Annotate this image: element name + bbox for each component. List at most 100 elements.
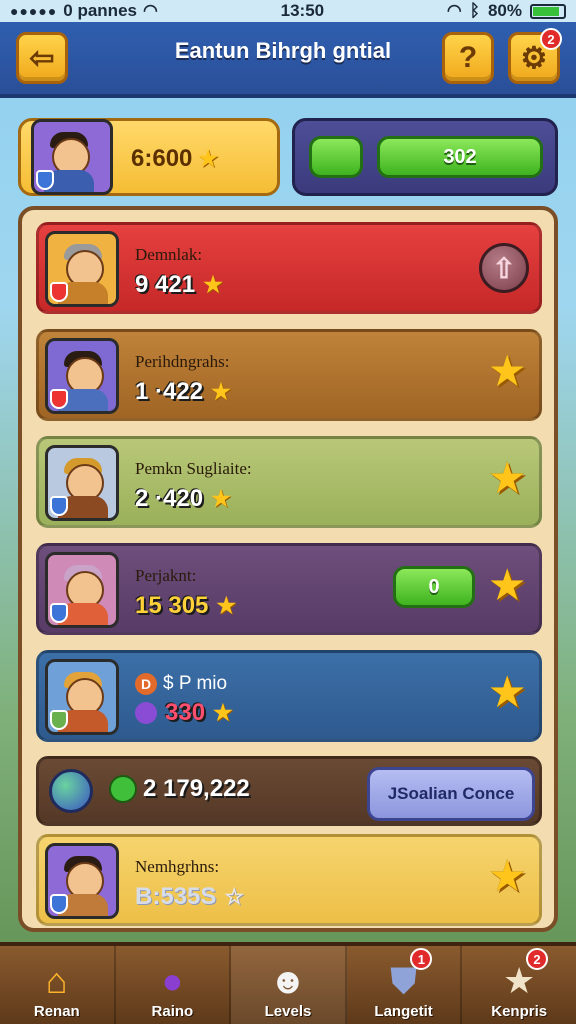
star-icon: ★ bbox=[211, 379, 231, 404]
score-value: 330 bbox=[165, 699, 206, 726]
shield-icon bbox=[50, 894, 68, 914]
question-icon: ? bbox=[458, 41, 478, 74]
star-icon: ★ bbox=[211, 486, 231, 511]
progress-card: 302 bbox=[292, 118, 558, 196]
back-button[interactable]: ⇦ bbox=[16, 32, 68, 84]
player-score: 1 ·422 ★ bbox=[135, 378, 231, 406]
player-name: D $ P mio bbox=[135, 673, 227, 695]
star-icon: ★ bbox=[216, 593, 237, 618]
player-avatar bbox=[31, 119, 113, 195]
player-name: Demnlak: bbox=[135, 245, 203, 264]
score-value: 2 ·420 bbox=[135, 485, 204, 512]
star-icon[interactable]: ★ bbox=[488, 855, 527, 899]
shield-icon bbox=[50, 282, 68, 302]
player-avatar bbox=[45, 338, 119, 414]
nav-item-star[interactable]: ★ Kenpris 2 bbox=[462, 946, 576, 1024]
star-icon: ★ bbox=[213, 700, 233, 725]
wifi-icon: ◠ bbox=[142, 1, 158, 20]
star-outline-icon: ☆ bbox=[224, 884, 245, 909]
player-name: Pemkn Sugliaite: bbox=[135, 459, 252, 478]
player-name: Perjaknt: bbox=[135, 566, 197, 585]
player-avatar bbox=[45, 843, 119, 919]
list-item[interactable]: Perjaknt: 15 305 ★ 0 ★ bbox=[36, 543, 542, 635]
social-button[interactable]: JSoalian Conce bbox=[367, 767, 535, 821]
claim-button[interactable]: 0 bbox=[393, 566, 475, 608]
page-title: Eantun Bihrgh gntial bbox=[174, 38, 392, 63]
list-item[interactable]: Perihdngrahs: 1 ·422 ★ ★ bbox=[36, 329, 542, 421]
star-icon[interactable]: ★ bbox=[488, 564, 527, 608]
arrow-left-icon: ⇦ bbox=[29, 41, 55, 75]
nav-item-orb[interactable]: ● Raino bbox=[116, 946, 232, 1024]
nav-label: Kenpris bbox=[491, 1003, 548, 1020]
player-score: 9 421 ★ bbox=[135, 271, 223, 299]
score-value: 9 421 bbox=[135, 271, 196, 298]
player-avatar bbox=[45, 659, 119, 735]
nav-item-shield[interactable]: ⛊ Langetit 1 bbox=[347, 946, 463, 1024]
progress-value-pill: 302 bbox=[377, 136, 543, 178]
star-icon: ★ bbox=[198, 146, 219, 171]
list-item[interactable]: Nemhgrhns: B:535S ☆ ★ bbox=[36, 834, 542, 926]
score-value: B:535S bbox=[135, 883, 217, 910]
score-value: 15 305 bbox=[135, 592, 209, 619]
star-icon[interactable]: ★ bbox=[488, 350, 527, 394]
bottom-nav: ⌂ Renan ● Raino ☻ Levels ⛊ Langetit 1 ★ … bbox=[0, 942, 576, 1024]
signal-dots-icon: ●●●●● bbox=[10, 3, 58, 19]
player-score: 330 ★ bbox=[135, 699, 233, 727]
star-icon: ★ bbox=[203, 272, 223, 297]
player-name: Perihdngrahs: bbox=[135, 352, 230, 371]
progress-start-pill bbox=[309, 136, 363, 178]
gems-total: 2 179,222 bbox=[109, 775, 250, 803]
nav-item-levels[interactable]: ☻ Levels bbox=[231, 946, 347, 1024]
player-card[interactable]: 6:600 ★ bbox=[18, 118, 280, 196]
nav-label: Langetit bbox=[374, 1003, 433, 1020]
help-button[interactable]: ? bbox=[442, 32, 494, 84]
carrier-label: 0 pannes bbox=[63, 1, 137, 20]
star-icon[interactable]: ★ bbox=[488, 457, 527, 501]
shield-icon bbox=[50, 496, 68, 516]
score-value: 1 ·422 bbox=[135, 378, 204, 405]
battery-icon bbox=[529, 3, 566, 19]
clock: 13:50 bbox=[280, 1, 325, 20]
shield-icon bbox=[50, 603, 68, 623]
battery-percent: 80% bbox=[487, 1, 522, 20]
player-score: 2 ·420 ★ bbox=[135, 485, 231, 513]
header-bar: ⇦ Eantun Bihrgh gntial ? ⚙ 2 bbox=[0, 22, 576, 98]
player-name: Nemhgrhns: bbox=[135, 857, 220, 876]
gem-icon bbox=[135, 702, 157, 724]
gem-cluster-icon bbox=[49, 769, 93, 813]
wifi-icon-right: ◠ bbox=[446, 1, 462, 20]
gems-value: 2 179,222 bbox=[143, 775, 250, 802]
player-score: 6:600 bbox=[131, 145, 193, 172]
shield-icon bbox=[50, 710, 68, 730]
leaderboard-panel: Demnlak: 9 421 ★ ⇧ Perihdngrahs: 1 ·422 … bbox=[18, 206, 558, 932]
notification-badge: 2 bbox=[525, 948, 548, 970]
orb-icon: ● bbox=[161, 960, 184, 1001]
player-avatar bbox=[45, 552, 119, 628]
list-item[interactable]: D $ P mio 330 ★ ★ bbox=[36, 650, 542, 742]
player-score: B:535S ☆ bbox=[135, 883, 244, 911]
nav-item-home[interactable]: ⌂ Renan bbox=[0, 946, 116, 1024]
green-gem-icon bbox=[109, 775, 137, 803]
gems-row: 2 179,222 JSoalian Conce bbox=[36, 756, 542, 826]
player-avatar bbox=[45, 445, 119, 521]
list-item[interactable]: Demnlak: 9 421 ★ ⇧ bbox=[36, 222, 542, 314]
arrow-up-icon: ⇧ bbox=[492, 252, 516, 284]
nav-label: Renan bbox=[33, 1003, 80, 1020]
coin-icon: D bbox=[135, 673, 157, 695]
player-avatar bbox=[45, 231, 119, 307]
list-item[interactable]: Pemkn Sugliaite: 2 ·420 ★ ★ bbox=[36, 436, 542, 528]
shield-icon bbox=[36, 170, 54, 190]
status-bar: ●●●●● 0 pannes ◠ 13:50 ◠ ᛒ 80% bbox=[0, 0, 576, 22]
notification-badge: 1 bbox=[410, 948, 433, 970]
skull-icon: ☻ bbox=[269, 960, 307, 1001]
name-text: $ P mio bbox=[163, 673, 228, 694]
nav-label: Raino bbox=[151, 1003, 194, 1020]
player-score: 15 305 ★ bbox=[135, 592, 236, 620]
notification-badge: 2 bbox=[540, 28, 562, 50]
shield-icon bbox=[50, 389, 68, 409]
star-icon[interactable]: ★ bbox=[488, 671, 527, 715]
bluetooth-icon: ᛒ bbox=[469, 1, 480, 20]
home-icon: ⌂ bbox=[45, 960, 68, 1001]
shield-icon: ⛊ bbox=[390, 960, 418, 1001]
upvote-button[interactable]: ⇧ bbox=[479, 243, 529, 293]
